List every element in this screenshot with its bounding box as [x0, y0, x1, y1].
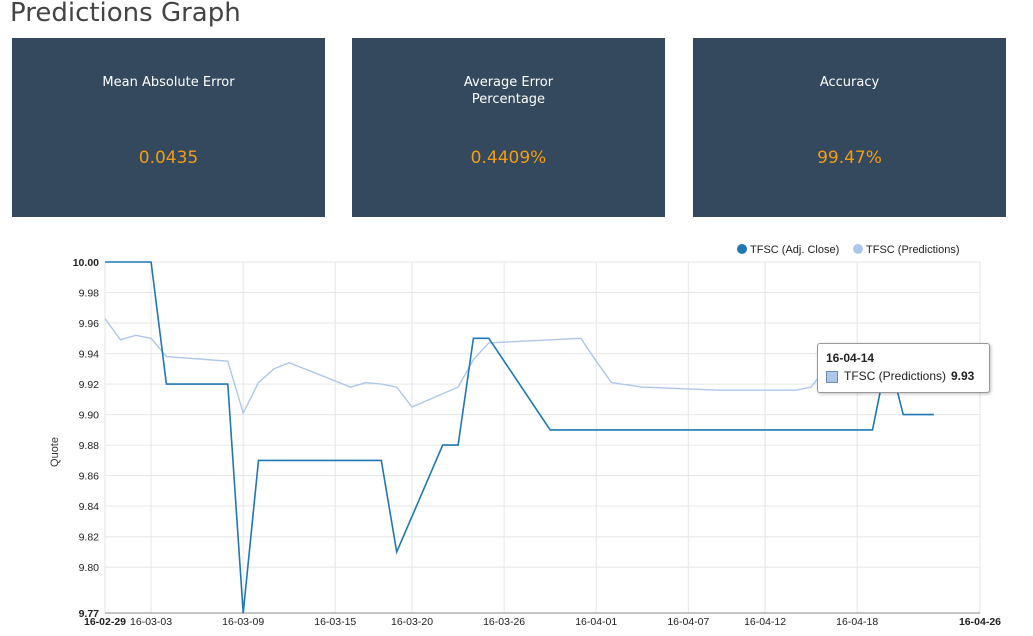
- chart-svg[interactable]: 10.00 9.98 9.96 9.94 9.92 9.90 9.88 9.86 9.84 9.8…: [0, 230, 1033, 631]
- x-tick-label: 16-03-15: [314, 616, 356, 628]
- avg-error-label: Average Error Percentage: [463, 75, 554, 107]
- accuracy-card: Accuracy 99.47%: [693, 38, 1006, 217]
- chart-series[interactable]: [104, 261, 981, 614]
- y-tick-label: 9.86: [79, 471, 100, 483]
- mae-card: Mean Absolute Error 0.0435: [12, 38, 325, 217]
- y-tick-label: 9.92: [79, 379, 100, 391]
- x-tick-label: 16-03-03: [130, 616, 172, 628]
- legend-adj-close[interactable]: TFSC (Adj. Close): [737, 244, 839, 256]
- legend-dot: [853, 244, 863, 254]
- mae-value: 0.0435: [138, 148, 199, 168]
- mae-label: Mean Absolute Error: [102, 75, 235, 90]
- tooltip-value: 9.93: [951, 369, 975, 383]
- y-tick-label: 9.96: [79, 318, 100, 330]
- y-tick-label: 10.00: [73, 257, 99, 269]
- x-tick-label: 16-03-09: [222, 616, 264, 628]
- x-tick-label: 16-02-29: [84, 616, 126, 628]
- x-tick-label: 16-03-20: [391, 616, 433, 628]
- tooltip-date: 16-04-14: [826, 351, 875, 365]
- chart-tooltip: 16-04-14 TFSC (Predictions) 9.93: [817, 343, 990, 393]
- y-tick-label: 9.84: [79, 501, 100, 513]
- y-tick-label: 9.94: [79, 349, 100, 361]
- legend-label: TFSC (Adj. Close): [750, 244, 839, 256]
- avg-error-card: Average Error Percentage 0.4409%: [352, 38, 665, 217]
- y-tick-label: 9.82: [79, 532, 100, 544]
- y-tick-label: 9.80: [79, 562, 100, 574]
- x-tick-label: 16-04-18: [836, 616, 878, 628]
- y-axis-label: Quote: [49, 437, 61, 467]
- legend-dot: [737, 244, 747, 254]
- x-tick-label: 16-04-26: [959, 616, 1001, 628]
- tooltip-series: TFSC (Predictions): [844, 369, 947, 383]
- x-tick-label: 16-04-07: [667, 616, 709, 628]
- chart-grid: [104, 261, 981, 614]
- avg-error-value: 0.4409%: [470, 148, 547, 168]
- tooltip-swatch: [826, 371, 838, 383]
- y-tick-label: 9.88: [79, 440, 100, 452]
- y-tick-label: 9.98: [79, 288, 100, 300]
- x-tick-label: 16-04-12: [744, 616, 786, 628]
- chart-axes: 10.00 9.98 9.96 9.94 9.92 9.90 9.88 9.86 9.84 9.8…: [73, 257, 1001, 628]
- x-tick-label: 16-03-26: [483, 616, 525, 628]
- accuracy-label: Accuracy: [819, 75, 880, 90]
- y-tick-label: 9.90: [79, 410, 100, 422]
- legend-label: TFSC (Predictions): [866, 244, 960, 256]
- adj-close-line[interactable]: [105, 261, 934, 614]
- accuracy-value: 99.47%: [817, 148, 882, 168]
- legend-predictions[interactable]: TFSC (Predictions): [853, 244, 960, 256]
- x-tick-label: 16-04-01: [575, 616, 617, 628]
- predictions-chart[interactable]: 10.00 9.98 9.96 9.94 9.92 9.90 9.88 9.86 9.84 9.8…: [0, 230, 1033, 631]
- page-title: Predictions Graph: [10, 0, 241, 28]
- chart-legend[interactable]: TFSC (Adj. Close) TFSC (Predictions): [737, 244, 960, 256]
